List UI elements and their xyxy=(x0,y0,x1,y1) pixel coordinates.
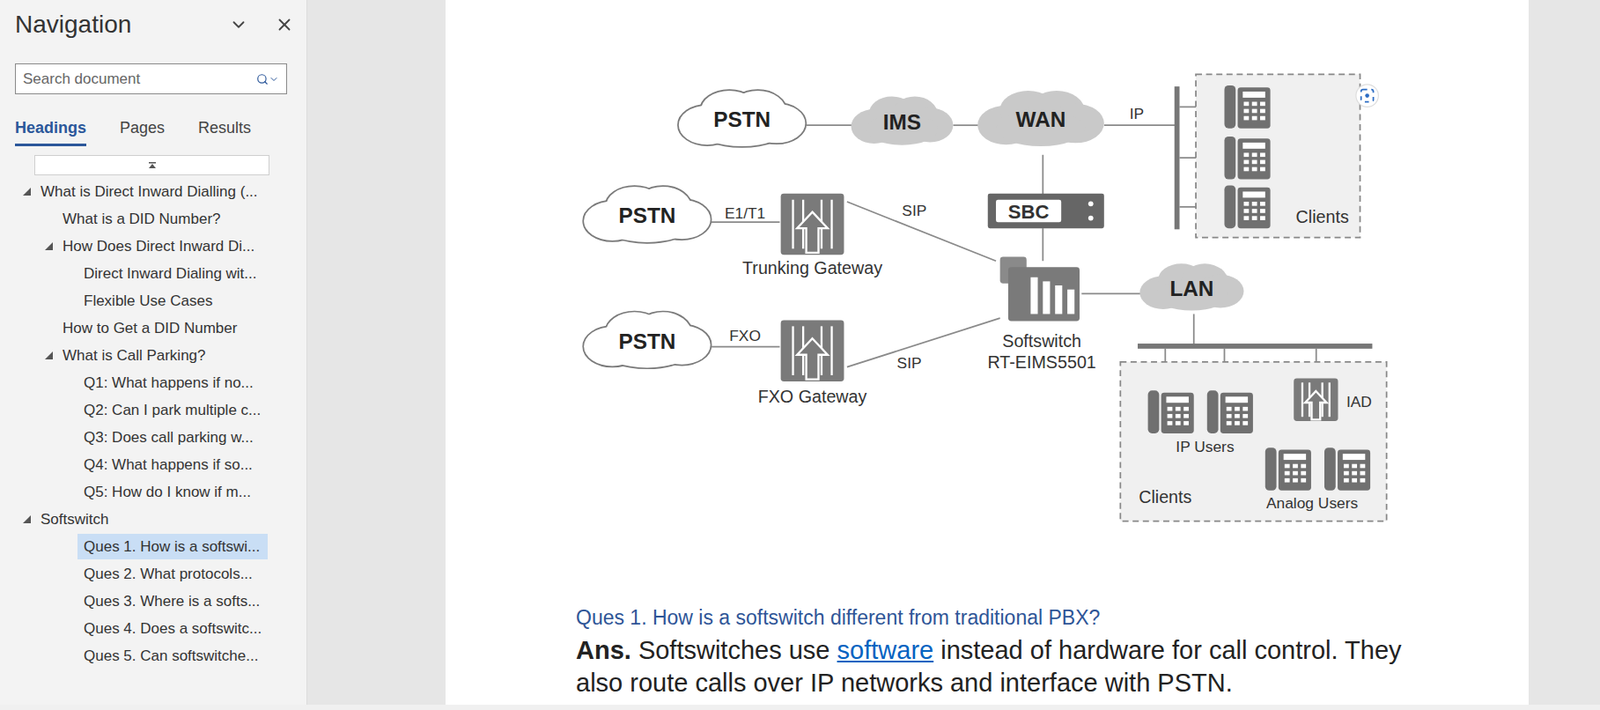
cloud-node: PSTN xyxy=(583,186,711,243)
heading-item[interactable]: Ques 2. What protocols... xyxy=(0,560,307,588)
search-field[interactable]: Search document xyxy=(14,63,288,95)
pane-tab[interactable]: Headings xyxy=(14,115,87,147)
network-diagram: PSTN IMS WAN PSTN PSTN LAN IP E1/T1 SIP FXO SIP SBC… xyxy=(566,66,1394,531)
search-icon[interactable] xyxy=(256,73,280,86)
heading-item[interactable]: What is a DID Number? xyxy=(0,205,307,233)
softswitch-icon xyxy=(1000,257,1080,322)
phone-icon xyxy=(1148,390,1195,434)
heading-item[interactable]: Ques 5. Can softswitche... xyxy=(0,641,307,670)
heading-item[interactable]: Q2: Can I park multiple c... xyxy=(0,396,307,424)
phone-icon xyxy=(1324,447,1371,491)
heading-item[interactable]: Ques 4. Does a softswitc... xyxy=(0,614,307,642)
heading-item[interactable]: Softswitch xyxy=(0,505,307,533)
phone-icon xyxy=(1223,136,1270,180)
expand-triangle-icon[interactable] xyxy=(44,242,53,251)
gateway-label: Trunking Gateway xyxy=(742,258,883,278)
pane-tabs: Headings Pages Results xyxy=(14,115,307,147)
user-group-label: Analog Users xyxy=(1266,494,1359,512)
phone-icon xyxy=(1223,85,1270,129)
heading-item[interactable]: Ques 3. Where is a softs... xyxy=(0,587,307,615)
heading-item[interactable]: How to Get a DID Number xyxy=(0,314,307,342)
clients-group xyxy=(1120,361,1387,522)
search-placeholder: Search document xyxy=(22,67,257,91)
document-page: PSTN IMS WAN PSTN PSTN LAN IP E1/T1 SIP FXO SIP SBC… xyxy=(445,0,1529,705)
pane-header: Navigation xyxy=(0,0,307,50)
softswitch-model: RT-EIMS5501 xyxy=(988,352,1097,372)
svg-text:PSTN: PSTN xyxy=(618,203,676,228)
scroll-up-icon xyxy=(148,162,156,170)
status-bar xyxy=(0,704,1600,710)
heading-item[interactable]: Q1: What happens if no... xyxy=(0,368,307,397)
phone-icon xyxy=(1207,390,1254,434)
svg-text:LAN: LAN xyxy=(1169,276,1214,301)
cloud-node: PSTN xyxy=(583,311,711,368)
user-group-label: IP Users xyxy=(1175,437,1235,456)
link-label: IP xyxy=(1129,104,1144,123)
pane-tab[interactable]: Results xyxy=(198,115,251,147)
heading-item[interactable]: What is Call Parking? xyxy=(0,341,307,369)
question-heading: Ques 1. How is a softswitch different fr… xyxy=(575,605,1415,629)
svg-text:PSTN: PSTN xyxy=(713,107,771,132)
bus-bar xyxy=(1137,343,1372,349)
cloud-node: WAN xyxy=(977,90,1105,147)
phone-icon xyxy=(1223,185,1270,229)
word-window: Navigation Search document Headings Pages Re… xyxy=(0,0,1600,710)
svg-text:PSTN: PSTN xyxy=(618,329,676,354)
link-label: SIP xyxy=(897,353,922,372)
svg-text:WAN: WAN xyxy=(1016,107,1067,132)
heading-item[interactable]: Q3: Does call parking w... xyxy=(0,423,307,451)
heading-item[interactable]: Ques 1. How is a softswi... xyxy=(0,532,307,561)
options-chevron-icon[interactable] xyxy=(228,14,249,35)
connection-lines xyxy=(711,106,1343,449)
link-label: E1/T1 xyxy=(724,204,766,222)
phone-icon xyxy=(1265,447,1312,491)
heading-tree: What is Direct Inward Dialling (...What … xyxy=(0,177,307,670)
cloud-node: PSTN xyxy=(678,90,806,147)
answer-paragraph: Ans. Softswitches use software instead o… xyxy=(575,634,1415,700)
svg-text:IMS: IMS xyxy=(883,110,922,134)
softswitch-label: Softswitch xyxy=(1002,331,1082,351)
gateway-icon xyxy=(1293,377,1338,421)
heading-item[interactable]: Flexible Use Cases xyxy=(0,287,307,315)
scroll-up-button[interactable] xyxy=(34,154,270,176)
iad-label: IAD xyxy=(1346,392,1372,411)
clients-group xyxy=(1195,73,1360,237)
clients-label: Clients xyxy=(1138,486,1192,507)
close-icon[interactable] xyxy=(274,14,295,35)
clients-label: Clients xyxy=(1296,206,1350,227)
heading-item[interactable]: Q5: How do I know if m... xyxy=(0,478,307,506)
document-area: PSTN IMS WAN PSTN PSTN LAN IP E1/T1 SIP FXO SIP SBC… xyxy=(307,0,1600,705)
expand-triangle-icon[interactable] xyxy=(22,187,31,196)
software-link[interactable]: software xyxy=(837,635,935,664)
navigation-pane: Navigation Search document Headings Pages Re… xyxy=(0,0,308,705)
heading-item[interactable]: What is Direct Inward Dialling (... xyxy=(0,177,307,206)
heading-item[interactable]: Direct Inward Dialing wit... xyxy=(0,259,307,288)
heading-item[interactable]: Q4: What happens if so... xyxy=(0,450,307,479)
svg-text:SBC: SBC xyxy=(1008,200,1050,223)
gateway-icon xyxy=(781,319,845,381)
heading-item[interactable]: How Does Direct Inward Di... xyxy=(0,232,307,260)
gateway-label: FXO Gateway xyxy=(758,386,868,406)
expand-triangle-icon[interactable] xyxy=(22,515,31,524)
cloud-node: IMS xyxy=(851,96,954,146)
bus-bar xyxy=(1174,86,1180,229)
screenshot-icon[interactable] xyxy=(1356,84,1379,107)
sbc-device: SBC xyxy=(988,193,1105,229)
link-label: FXO xyxy=(729,326,761,345)
pane-tab[interactable]: Pages xyxy=(119,115,165,147)
link-label: SIP xyxy=(901,201,927,220)
pane-title: Navigation xyxy=(14,6,229,44)
expand-triangle-icon[interactable] xyxy=(44,351,53,360)
gateway-icon xyxy=(781,193,845,255)
cloud-node: LAN xyxy=(1139,263,1244,310)
